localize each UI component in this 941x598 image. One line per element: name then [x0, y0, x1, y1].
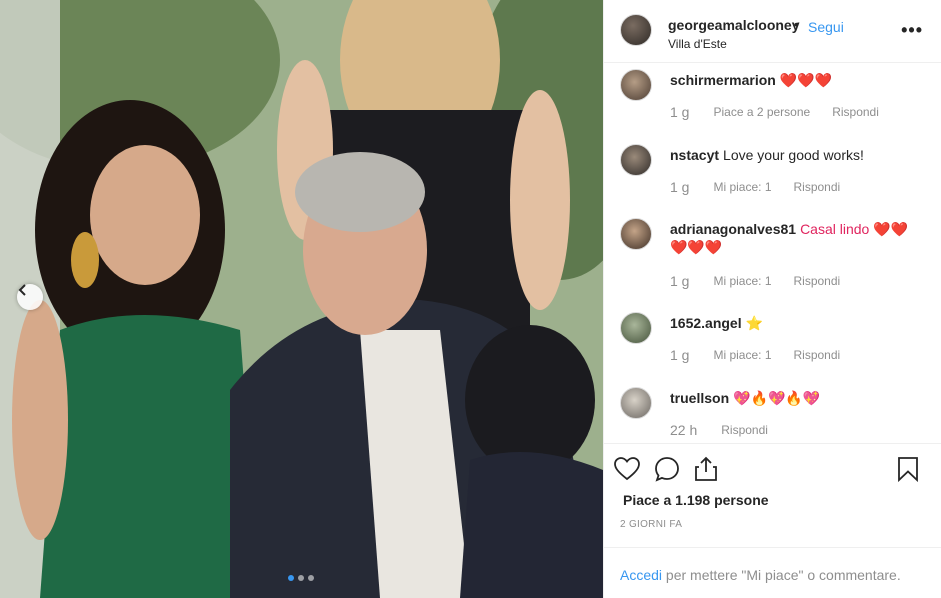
post-location[interactable]: Villa d'Este	[668, 37, 727, 51]
login-link[interactable]: Accedi	[620, 567, 662, 583]
comment-username[interactable]: 1652.angel	[670, 315, 742, 331]
login-prompt: Accedi per mettere "Mi piace" o commenta…	[604, 547, 941, 598]
post-photo[interactable]	[0, 0, 603, 598]
commenter-avatar[interactable]	[620, 218, 652, 250]
comment-meta: 1 g Mi piace: 1 Rispondi	[670, 347, 862, 363]
save-button[interactable]	[894, 455, 922, 483]
author-username[interactable]: georgeamalclooney	[668, 17, 800, 33]
carousel-dot-3	[308, 575, 314, 581]
comment-text: ❤️❤️❤️	[779, 72, 833, 88]
more-options-icon[interactable]: •••	[901, 21, 923, 39]
post-header: georgeamalclooney • Segui Villa d'Este •…	[604, 0, 941, 63]
comment-body: nstacyt Love your good works!	[670, 146, 920, 164]
comment-text: Love your good works!	[723, 147, 864, 163]
comments-list[interactable]: schirmermarion ❤️❤️❤️ 1 g Piace a 2 perso…	[604, 63, 941, 443]
reply-button[interactable]: Rispondi	[794, 347, 841, 363]
comment-username[interactable]: adrianagonalves81	[670, 221, 796, 237]
login-message-text: per mettere "Mi piace" o commentare.	[662, 567, 901, 583]
comment-time[interactable]: 1 g	[670, 104, 689, 120]
author-avatar[interactable]	[620, 14, 652, 46]
share-button[interactable]	[692, 455, 720, 483]
comment-likes[interactable]: Piace a 2 persone	[713, 104, 810, 120]
post-actions: Piace a 1.198 persone 2 GIORNI FA Accedi…	[604, 443, 941, 598]
likes-count[interactable]: Piace a 1.198 persone	[623, 492, 769, 508]
login-message: Accedi per mettere "Mi piace" o commenta…	[620, 567, 901, 583]
comment-button[interactable]	[653, 455, 681, 483]
post-sidebar: georgeamalclooney • Segui Villa d'Este •…	[603, 0, 941, 598]
comment-body: 1652.angel ⭐	[670, 314, 920, 332]
commenter-avatar[interactable]	[620, 144, 652, 176]
comment-bubble-icon	[655, 457, 679, 482]
bookmark-icon	[898, 457, 918, 482]
comment-username[interactable]: schirmermarion	[670, 72, 776, 88]
comment-likes[interactable]: Mi piace: 1	[713, 179, 771, 195]
comment-username[interactable]: truellson	[670, 390, 729, 406]
comment-text: 💖🔥💖🔥💖	[733, 390, 821, 406]
carousel-dot-1	[288, 575, 294, 581]
follow-button[interactable]: Segui	[808, 19, 844, 35]
comment-likes[interactable]: Mi piace: 1	[713, 347, 771, 363]
comment-likes[interactable]: Mi piace: 1	[713, 273, 771, 289]
post-timestamp[interactable]: 2 GIORNI FA	[620, 519, 682, 530]
comment-time[interactable]: 1 g	[670, 179, 689, 195]
reply-button[interactable]: Rispondi	[721, 422, 768, 438]
comment-meta: 1 g Piace a 2 persone Rispondi	[670, 104, 901, 120]
heart-outline-icon	[614, 457, 640, 481]
commenter-avatar[interactable]	[620, 69, 652, 101]
comment-time[interactable]: 1 g	[670, 273, 689, 289]
commenter-avatar[interactable]	[620, 312, 652, 344]
comment-meta: 1 g Mi piace: 1 Rispondi	[670, 273, 862, 289]
like-button[interactable]	[613, 455, 641, 483]
reply-button[interactable]: Rispondi	[832, 104, 879, 120]
comment-body: adrianagonalves81 Casal lindo ❤️❤️❤️❤️❤️	[670, 220, 920, 256]
comment-time[interactable]: 22 h	[670, 422, 697, 438]
comment-meta: 22 h Rispondi	[670, 422, 790, 438]
carousel-dot-2	[298, 575, 304, 581]
share-icon	[695, 456, 717, 481]
carousel-prev-button[interactable]	[17, 284, 43, 310]
header-separator: •	[794, 16, 799, 32]
carousel-indicator	[288, 575, 314, 581]
commenter-avatar[interactable]	[620, 387, 652, 419]
photo-illustration	[0, 0, 603, 598]
comment-text: ⭐	[745, 315, 764, 331]
reply-button[interactable]: Rispondi	[794, 179, 841, 195]
chevron-left-icon	[18, 284, 26, 296]
reply-button[interactable]: Rispondi	[794, 273, 841, 289]
comment-body: truellson 💖🔥💖🔥💖	[670, 389, 920, 407]
comment-meta: 1 g Mi piace: 1 Rispondi	[670, 179, 862, 195]
comment-time[interactable]: 1 g	[670, 347, 689, 363]
comment-body: schirmermarion ❤️❤️❤️	[670, 71, 920, 89]
comment-username[interactable]: nstacyt	[670, 147, 719, 163]
